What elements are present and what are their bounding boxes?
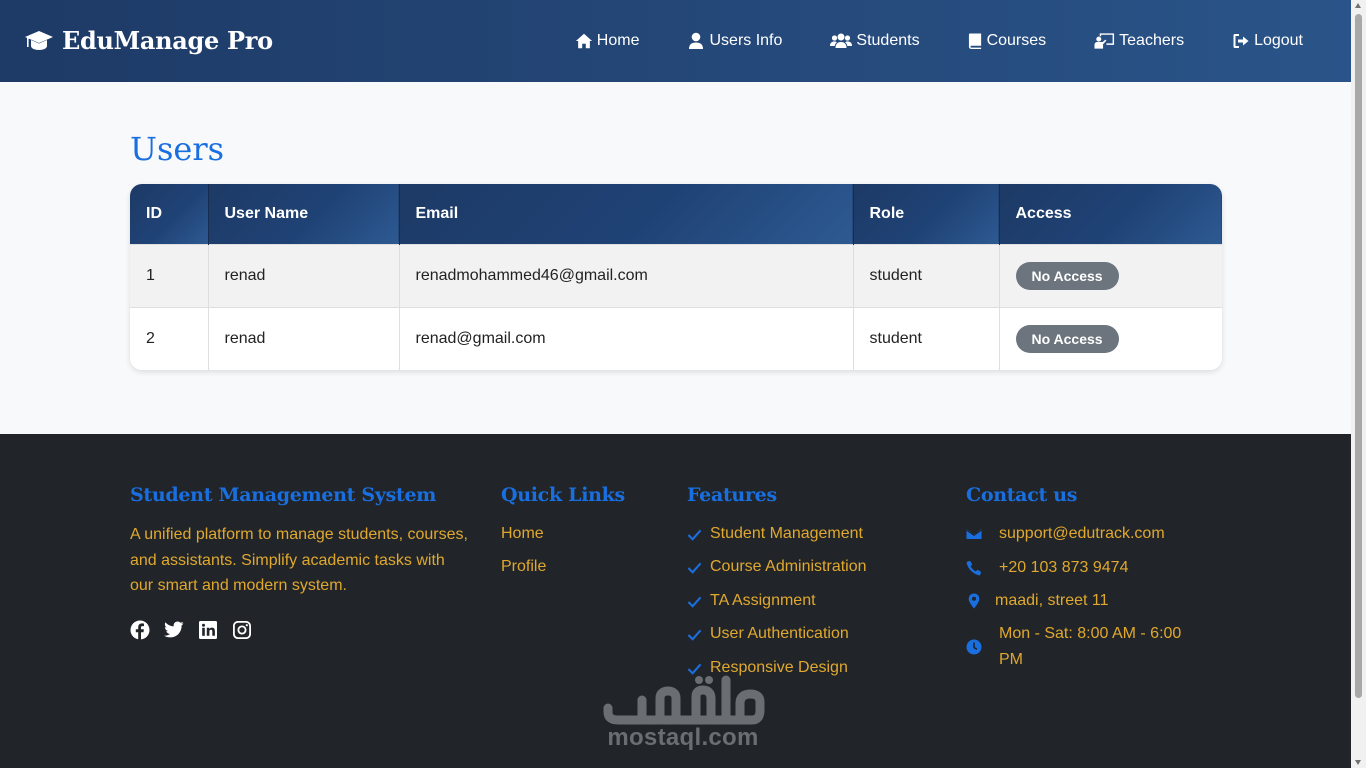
cell-access: No Access (999, 306, 1222, 370)
contact-phone-text: +20 103 873 9474 (999, 559, 1129, 576)
footer-link-profile[interactable]: Profile (501, 558, 546, 576)
cell-role: student (853, 306, 1000, 370)
contact-email-text: support@edutrack.com (999, 525, 1165, 542)
envelope-icon (966, 529, 982, 539)
feature-item: Student Management (687, 525, 863, 543)
cell-email: renadmohammed46@gmail.com (399, 243, 854, 307)
header-role: Role (853, 184, 1000, 244)
nav-home-label: Home (596, 32, 640, 49)
footer-features-title: Features (687, 484, 777, 506)
book-icon (968, 33, 981, 49)
feature-label: Student Management (710, 525, 863, 542)
contact-phone[interactable]: +20 103 873 9474 (966, 555, 1128, 581)
cell-id: 1 (130, 243, 209, 307)
brand-name: EduManage Pro (62, 26, 273, 55)
nav-students[interactable]: Students (830, 30, 920, 52)
mostaql-watermark: mostaql.com (600, 672, 766, 756)
logout-icon (1233, 34, 1249, 48)
footer-quick-links-title: Quick Links (501, 484, 625, 506)
nav-courses-label: Courses (986, 32, 1047, 49)
contact-address-text: maadi, street 11 (995, 592, 1109, 609)
page-scrollbar[interactable] (1351, 0, 1366, 768)
nav-logout-label: Logout (1254, 32, 1303, 49)
check-icon (687, 629, 702, 641)
footer-about-title: Student Management System (130, 484, 437, 506)
nav-teachers[interactable]: Teachers (1094, 30, 1184, 52)
nav-links: Home Users Info Students Courses Teacher… (527, 30, 1303, 52)
nav-users-info-label: Users Info (709, 32, 783, 49)
nav-logout[interactable]: Logout (1232, 30, 1303, 52)
table-header-row: ID User Name Email Role Access (130, 184, 1222, 244)
access-badge[interactable]: No Access (1015, 324, 1119, 353)
feature-item: Course Administration (687, 558, 867, 576)
contact-hours-line1: Mon - Sat: 8:00 AM - 6:00 (999, 625, 1182, 642)
user-icon (689, 32, 704, 49)
feature-item: User Authentication (687, 625, 849, 643)
cell-access: No Access (999, 243, 1222, 307)
instagram-icon[interactable] (232, 620, 252, 640)
cell-role: student (853, 243, 1000, 307)
header-access: Access (999, 184, 1222, 244)
contact-address: maadi, street 11 (966, 588, 1109, 614)
feature-item: TA Assignment (687, 592, 816, 610)
header-user-name: User Name (208, 184, 400, 244)
nav-users-info[interactable]: Users Info (687, 30, 782, 52)
footer-link-home[interactable]: Home (501, 525, 544, 543)
nav-students-label: Students (856, 32, 920, 49)
scroll-up-icon[interactable] (1355, 3, 1361, 8)
table-row: 1 renad renadmohammed46@gmail.com studen… (130, 243, 1222, 307)
scroll-down-icon[interactable] (1355, 760, 1361, 765)
nav-courses[interactable]: Courses (968, 30, 1047, 52)
facebook-icon[interactable] (130, 620, 150, 640)
check-icon (687, 529, 702, 541)
scroll-thumb[interactable] (1355, 14, 1362, 698)
mostaql-text: mostaql.com (607, 724, 759, 751)
feature-label: Course Administration (710, 558, 867, 575)
table-row: 2 renad renad@gmail.com student No Acces… (130, 306, 1222, 370)
users-icon (830, 33, 853, 48)
check-icon (687, 562, 702, 574)
header-id: ID (130, 184, 209, 244)
feature-label: User Authentication (710, 625, 849, 642)
social-links (130, 620, 266, 640)
nav-teachers-label: Teachers (1119, 32, 1185, 49)
contact-email[interactable]: support@edutrack.com (966, 521, 1165, 547)
clock-icon (966, 639, 982, 655)
footer-contact-title: Contact us (966, 484, 1078, 506)
twitter-icon[interactable] (164, 620, 184, 640)
access-badge[interactable]: No Access (1015, 261, 1119, 290)
users-table: ID User Name Email Role Access 1 renad r… (130, 184, 1222, 370)
footer-about-text: A unified platform to manage students, c… (130, 526, 468, 594)
page-title: Users (130, 130, 225, 168)
location-pin-icon (968, 593, 980, 609)
cell-email: renad@gmail.com (399, 306, 854, 370)
home-icon (575, 33, 592, 49)
linkedin-icon[interactable] (198, 620, 218, 640)
contact-hours: Mon - Sat: 8:00 AM - 6:00 PM (966, 621, 1216, 673)
contact-hours-line2: PM (999, 651, 1023, 668)
cell-id: 2 (130, 306, 209, 370)
graduation-cap-icon (25, 30, 53, 50)
cell-user-name: renad (208, 243, 400, 307)
header-email: Email (399, 184, 854, 244)
mostaql-logo (603, 675, 765, 725)
phone-icon (966, 560, 982, 576)
brand[interactable]: EduManage Pro (24, 26, 273, 55)
check-icon (687, 596, 702, 608)
cell-user-name: renad (208, 306, 400, 370)
nav-home[interactable]: Home (575, 30, 640, 52)
teacher-icon (1094, 33, 1115, 49)
navbar: EduManage Pro Home Users Info Students C… (0, 0, 1351, 82)
feature-label: TA Assignment (710, 592, 816, 609)
